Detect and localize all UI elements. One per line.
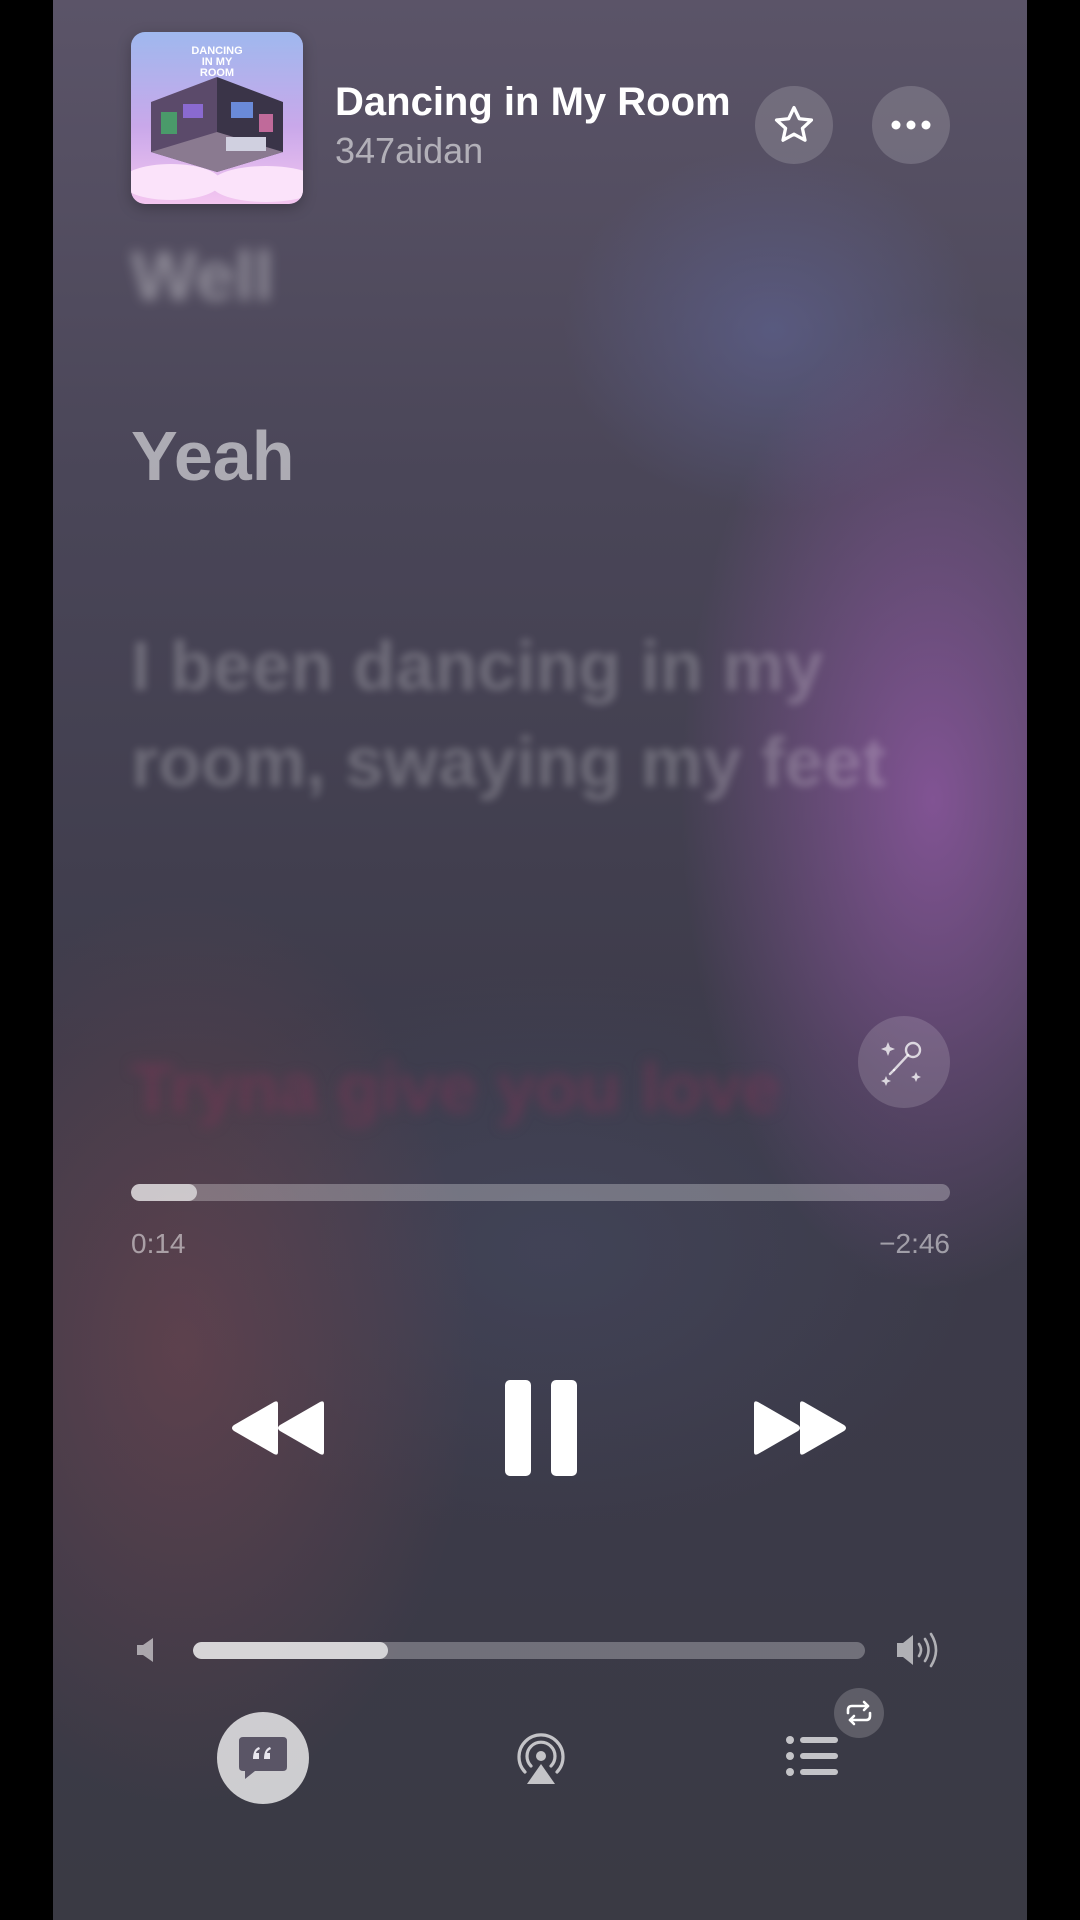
lyric-line[interactable]: Tryna give you love	[131, 1040, 931, 1136]
album-artwork[interactable]: DANCING IN MY ROOM	[131, 32, 303, 204]
playback-scrubber[interactable]	[131, 1184, 950, 1201]
airplay-icon	[517, 1733, 565, 1784]
album-artwork-image: DANCING IN MY ROOM	[131, 45, 303, 202]
star-icon	[774, 105, 814, 142]
speaker-high-icon	[895, 1630, 945, 1675]
lyrics-button[interactable]	[217, 1712, 309, 1804]
sparkle-microphone-icon	[881, 1041, 922, 1086]
queue-button[interactable]	[785, 1734, 841, 1778]
time-elapsed: 0:14	[131, 1228, 186, 1259]
previous-track-button[interactable]	[228, 1398, 328, 1458]
repeat-button[interactable]	[834, 1688, 884, 1738]
airplay-button[interactable]	[511, 1728, 571, 1788]
volume-slider[interactable]	[193, 1642, 865, 1659]
backward-icon	[232, 1401, 324, 1455]
pause-button[interactable]	[503, 1378, 579, 1478]
queue-list-icon	[786, 1736, 838, 1776]
time-remaining: −2:46	[879, 1228, 950, 1259]
now-playing-screen: DANCING IN MY ROOM Dancing in My Room 34…	[53, 0, 1027, 1920]
repeat-icon	[846, 1700, 872, 1726]
lyric-line-current[interactable]: Yeah	[131, 408, 931, 504]
song-artist[interactable]: 347aidan	[335, 130, 483, 172]
svg-text:ROOM: ROOM	[200, 67, 234, 79]
speaker-low-icon	[135, 1636, 161, 1669]
lyric-line[interactable]: Well	[131, 228, 931, 324]
favorite-button[interactable]	[755, 86, 833, 164]
ellipsis-icon	[891, 120, 931, 130]
volume-level-fill	[193, 1642, 388, 1659]
lyric-line[interactable]: I been dancing in my room, swaying my fe…	[131, 618, 931, 810]
next-track-button[interactable]	[750, 1398, 850, 1458]
more-options-button[interactable]	[872, 86, 950, 164]
song-title: Dancing in My Room	[335, 80, 731, 124]
forward-icon	[754, 1401, 846, 1455]
lyrics-quote-icon	[239, 1737, 287, 1779]
pause-icon	[505, 1380, 577, 1476]
sing-along-button[interactable]	[858, 1016, 950, 1108]
playback-progress-fill	[131, 1184, 197, 1201]
